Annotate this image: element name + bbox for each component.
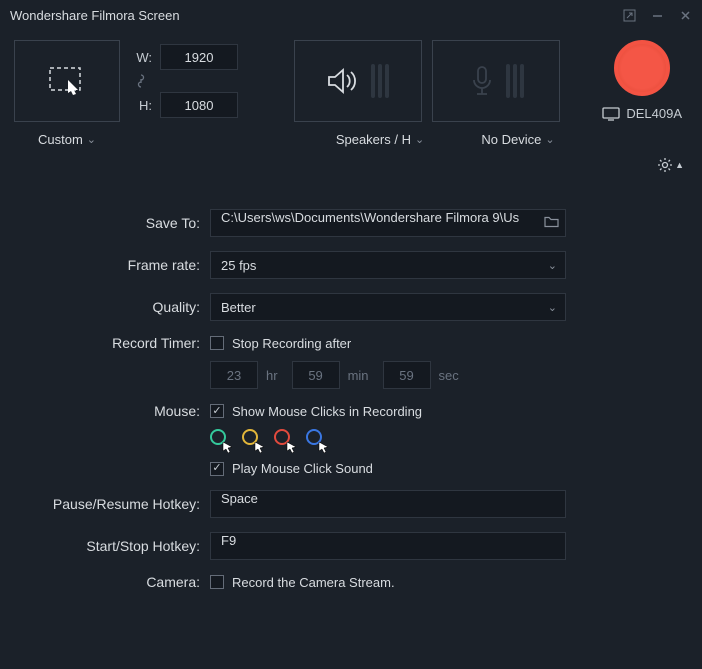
pause-hotkey-label: Pause/Resume Hotkey: — [24, 496, 210, 512]
record-button[interactable] — [614, 40, 670, 96]
frame-rate-label: Frame rate: — [24, 257, 210, 273]
folder-icon[interactable] — [544, 216, 559, 231]
click-color-option[interactable] — [210, 429, 232, 451]
popout-icon[interactable] — [622, 8, 636, 22]
display-indicator: DEL409A — [602, 106, 682, 121]
start-hotkey-field[interactable]: F9 — [210, 532, 566, 560]
settings-form: Save To: C:\Users\ws\Documents\Wondersha… — [0, 179, 702, 590]
pause-hotkey-value: Space — [221, 491, 258, 506]
capture-mode-select[interactable]: Custom ⌄ — [14, 132, 120, 147]
start-hotkey-value: F9 — [221, 533, 236, 548]
stop-after-label: Stop Recording after — [232, 336, 351, 351]
mic-level-meter — [506, 64, 524, 98]
show-clicks-checkbox[interactable] — [210, 404, 224, 418]
record-column: DEL409A — [602, 40, 688, 121]
click-color-option[interactable] — [274, 429, 296, 451]
chevron-down-icon: ⌄ — [548, 259, 557, 272]
width-label: W: — [130, 50, 152, 65]
show-clicks-label: Show Mouse Clicks in Recording — [232, 404, 422, 419]
camera-label: Camera: — [24, 574, 210, 590]
quality-value: Better — [221, 300, 256, 315]
click-color-option[interactable] — [306, 429, 328, 451]
timer-seconds-input[interactable] — [383, 361, 431, 389]
timer-hours-unit: hr — [266, 368, 278, 383]
save-to-value: C:\Users\ws\Documents\Wondershare Filmor… — [221, 210, 519, 225]
timer-inputs: hr min sec — [210, 361, 678, 389]
capture-region-button[interactable] — [14, 40, 120, 122]
timer-seconds-unit: sec — [439, 368, 459, 383]
chevron-down-icon: ⌄ — [87, 133, 96, 146]
speaker-device-label: Speakers / H — [336, 132, 411, 147]
pause-hotkey-field[interactable]: Space — [210, 490, 566, 518]
dimensions-group: W: H: — [130, 44, 238, 118]
chevron-down-icon: ⌄ — [548, 301, 557, 314]
timer-hours-input[interactable] — [210, 361, 258, 389]
quality-label: Quality: — [24, 299, 210, 315]
mic-device-select[interactable]: No Device ⌄ — [454, 132, 582, 147]
top-panel: W: H: DEL409A — [0, 30, 702, 128]
height-input[interactable] — [160, 92, 238, 118]
mouse-label: Mouse: — [24, 403, 210, 419]
gear-icon — [657, 157, 673, 173]
timer-minutes-input[interactable] — [292, 361, 340, 389]
speaker-icon — [327, 66, 361, 96]
chevron-up-icon: ▲ — [675, 160, 684, 170]
speaker-device-box[interactable] — [294, 40, 422, 122]
record-timer-label: Record Timer: — [24, 335, 210, 351]
quality-select[interactable]: Better ⌄ — [210, 293, 566, 321]
speaker-device-select[interactable]: Speakers / H ⌄ — [316, 132, 444, 147]
display-name: DEL409A — [626, 106, 682, 121]
save-to-field[interactable]: C:\Users\ws\Documents\Wondershare Filmor… — [210, 209, 566, 237]
minimize-icon[interactable] — [650, 8, 664, 22]
close-icon[interactable] — [678, 8, 692, 22]
titlebar: Wondershare Filmora Screen — [0, 0, 702, 30]
cursor-icon — [318, 441, 330, 453]
microphone-icon — [468, 64, 496, 98]
cursor-icon — [254, 441, 266, 453]
width-input[interactable] — [160, 44, 238, 70]
save-to-label: Save To: — [24, 215, 210, 231]
link-icon[interactable] — [130, 74, 152, 88]
settings-toggle[interactable]: ▲ — [657, 157, 684, 173]
stop-after-checkbox[interactable] — [210, 336, 224, 350]
frame-rate-select[interactable]: 25 fps ⌄ — [210, 251, 566, 279]
click-color-options — [210, 429, 678, 451]
camera-checkbox[interactable] — [210, 575, 224, 589]
camera-checkbox-label: Record the Camera Stream. — [232, 575, 395, 590]
monitor-icon — [602, 107, 620, 121]
height-label: H: — [130, 98, 152, 113]
start-hotkey-label: Start/Stop Hotkey: — [24, 538, 210, 554]
selector-row: Custom ⌄ Speakers / H ⌄ No Device ⌄ — [0, 128, 702, 157]
click-sound-label: Play Mouse Click Sound — [232, 461, 373, 476]
chevron-down-icon: ⌄ — [545, 133, 554, 146]
device-group — [294, 40, 560, 122]
click-color-option[interactable] — [242, 429, 264, 451]
speaker-level-meter — [371, 64, 389, 98]
crop-cursor-icon — [48, 66, 86, 96]
window-controls — [622, 8, 692, 22]
capture-mode-label: Custom — [38, 132, 83, 147]
cursor-icon — [286, 441, 298, 453]
cursor-icon — [222, 441, 234, 453]
mic-device-label: No Device — [481, 132, 541, 147]
mic-device-box[interactable] — [432, 40, 560, 122]
chevron-down-icon: ⌄ — [415, 133, 424, 146]
window-title: Wondershare Filmora Screen — [10, 8, 180, 23]
timer-minutes-unit: min — [348, 368, 369, 383]
frame-rate-value: 25 fps — [221, 258, 256, 273]
click-sound-checkbox[interactable] — [210, 462, 224, 476]
